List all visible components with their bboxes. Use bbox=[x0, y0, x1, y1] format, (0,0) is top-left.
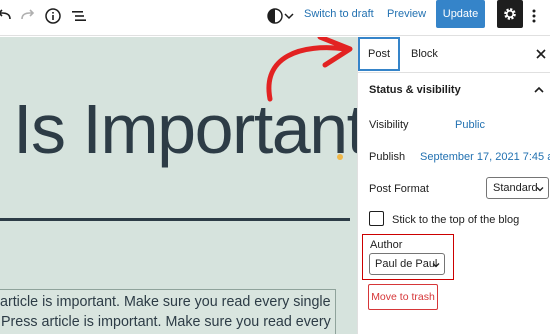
editor-canvas[interactable]: Is Important article is important. Make … bbox=[0, 37, 357, 334]
list-view-icon[interactable] bbox=[66, 3, 92, 29]
post-format-select[interactable]: Standard bbox=[486, 177, 549, 199]
preview-button[interactable]: Preview bbox=[387, 0, 426, 28]
separator-line bbox=[0, 218, 350, 221]
sticky-checkbox[interactable] bbox=[369, 211, 384, 226]
author-select[interactable]: Paul de Paul bbox=[369, 253, 445, 275]
close-icon[interactable] bbox=[533, 46, 549, 62]
red-arrow-annotation bbox=[266, 37, 353, 102]
cursor-dot bbox=[337, 154, 343, 160]
paragraph-line[interactable]: article is important. Make sure you read… bbox=[0, 290, 331, 314]
chevron-down-icon bbox=[536, 187, 544, 192]
settings-sidebar: Post Block Status & visibility Visibilit… bbox=[357, 37, 550, 334]
chevron-down-icon[interactable] bbox=[282, 3, 296, 29]
publish-date-value[interactable]: September 17, 2021 7:45 am bbox=[420, 151, 550, 163]
post-format-label: Post Format bbox=[369, 183, 429, 195]
redo-icon[interactable] bbox=[14, 3, 40, 29]
visibility-value[interactable]: Public bbox=[455, 119, 485, 131]
tab-block[interactable]: Block bbox=[411, 37, 438, 71]
chevron-down-icon bbox=[432, 263, 440, 268]
move-to-trash-button[interactable]: Move to trash bbox=[368, 284, 438, 310]
chevron-up-icon[interactable] bbox=[533, 84, 545, 96]
settings-gear-icon bbox=[504, 8, 516, 20]
status-visibility-panel-header[interactable]: Status & visibility bbox=[358, 72, 550, 106]
tab-post[interactable]: Post bbox=[358, 37, 400, 71]
editor-toolbar: Switch to draft Preview Update bbox=[0, 0, 550, 36]
visibility-label: Visibility bbox=[369, 119, 409, 131]
settings-button[interactable] bbox=[497, 0, 523, 28]
info-icon[interactable] bbox=[40, 3, 66, 29]
author-label: Author bbox=[370, 239, 403, 251]
update-button[interactable]: Update bbox=[436, 0, 485, 28]
author-highlight-box: Author Paul de Paul bbox=[362, 234, 454, 280]
switch-to-draft-button[interactable]: Switch to draft bbox=[304, 0, 374, 28]
sticky-label: Stick to the top of the blog bbox=[392, 214, 520, 226]
post-format-value: Standard bbox=[493, 182, 538, 194]
author-value: Paul de Paul bbox=[375, 258, 438, 270]
panel-title: Status & visibility bbox=[369, 84, 461, 96]
more-options-icon[interactable] bbox=[524, 3, 544, 29]
publish-label: Publish bbox=[369, 151, 406, 163]
